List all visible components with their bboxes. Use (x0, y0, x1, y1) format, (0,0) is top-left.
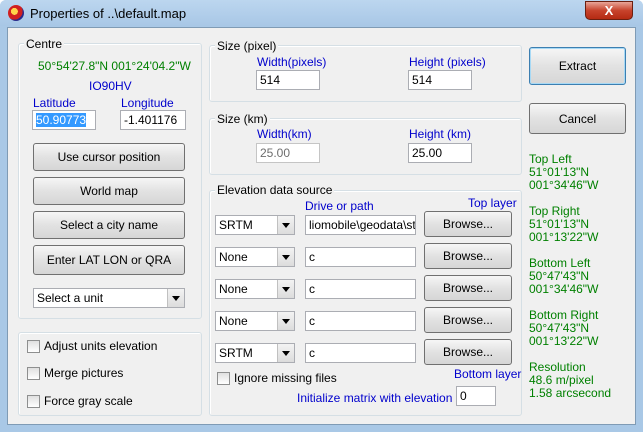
init-elevation-input[interactable]: 0 (456, 386, 496, 406)
path-input-5[interactable]: c (305, 343, 416, 363)
browse-button-1[interactable]: Browse... (424, 211, 512, 237)
source-select-1[interactable]: SRTM (215, 215, 295, 235)
browse-button-2[interactable]: Browse... (424, 243, 512, 269)
latitude-input[interactable]: 50.90773 (32, 110, 96, 130)
close-button[interactable]: X (585, 1, 633, 20)
size-pixel-label: Size (pixel) (215, 39, 279, 53)
force-gray-checkbox[interactable] (27, 395, 40, 408)
init-matrix-label: Initialize matrix with elevation (m) (297, 391, 474, 405)
source-select-3[interactable]: None (215, 279, 295, 299)
unit-select[interactable]: Select a unit (33, 288, 185, 308)
extract-button[interactable]: Extract (529, 47, 626, 85)
unit-select-value: Select a unit (37, 291, 104, 305)
adjust-units-label: Adjust units elevation (44, 339, 158, 353)
ignore-missing-checkbox[interactable] (217, 372, 230, 385)
centre-locator: IO90HV (89, 79, 132, 93)
chevron-down-icon[interactable] (277, 280, 294, 298)
chevron-down-icon[interactable] (277, 248, 294, 266)
width-pixels-input[interactable]: 514 (256, 70, 320, 90)
bottom-layer-label: Bottom layer (454, 367, 522, 381)
use-cursor-position-button[interactable]: Use cursor position (33, 143, 185, 171)
chevron-down-icon[interactable] (277, 344, 294, 362)
bottom-left-label: Bottom Left (529, 256, 591, 270)
bottom-right-lat: 50°47'43"N (529, 321, 590, 335)
browse-button-3[interactable]: Browse... (424, 275, 512, 301)
top-left-lon: 001°34'46"W (529, 178, 599, 192)
width-km-input: 25.00 (256, 143, 320, 163)
longitude-label: Longitude (121, 96, 174, 110)
source-value-5: SRTM (219, 346, 253, 360)
bottom-right-label: Bottom Right (529, 308, 599, 322)
path-input-3[interactable]: c (305, 279, 416, 299)
cancel-button[interactable]: Cancel (529, 103, 626, 134)
force-gray-label: Force gray scale (44, 394, 133, 408)
source-value-1: SRTM (219, 218, 253, 232)
longitude-input[interactable]: -1.401176 (120, 110, 186, 130)
chevron-down-icon[interactable] (277, 312, 294, 330)
source-value-2: None (219, 250, 248, 264)
elevation-label: Elevation data source (215, 183, 335, 197)
drive-path-label: Drive or path (305, 199, 374, 213)
top-right-lon: 001°13'22"W (529, 230, 599, 244)
centre-coordinates: 50°54'27.8"N 001°24'04.2"W (38, 59, 191, 73)
merge-pictures-label: Merge pictures (44, 366, 124, 380)
centre-group-label: Centre (24, 37, 65, 51)
source-value-3: None (219, 282, 248, 296)
height-pixels-label: Height (pixels) (409, 55, 486, 69)
dialog-window: Properties of ..\default.map X Centre 50… (0, 0, 643, 432)
browse-button-5[interactable]: Browse... (424, 339, 512, 365)
height-pixels-input[interactable]: 514 (408, 70, 472, 90)
top-right-lat: 51°01'13"N (529, 217, 590, 231)
bottom-left-lon: 001°34'46"W (529, 282, 599, 296)
top-left-label: Top Left (529, 152, 572, 166)
world-map-button[interactable]: World map (33, 177, 185, 205)
bottom-right-lon: 001°13'22"W (529, 334, 599, 348)
path-input-1[interactable]: liomobile\geodata\strm (305, 215, 416, 235)
adjust-units-checkbox[interactable] (27, 340, 40, 353)
resolution-arcsec: 1.58 arcsecond (529, 386, 612, 400)
ignore-missing-label: Ignore missing files (234, 371, 337, 385)
chevron-down-icon[interactable] (277, 216, 294, 234)
height-km-input[interactable]: 25.00 (408, 143, 472, 163)
top-right-label: Top Right (529, 204, 580, 218)
height-km-label: Height (km) (409, 127, 472, 141)
dialog-body: Centre 50°54'27.8"N 001°24'04.2"W IO90HV… (7, 27, 636, 425)
enter-lat-lon-qra-button[interactable]: Enter LAT LON or QRA (33, 245, 185, 275)
latitude-value: 50.90773 (36, 113, 87, 127)
chevron-down-icon[interactable] (167, 289, 184, 307)
source-value-4: None (219, 314, 248, 328)
path-input-4[interactable]: c (305, 311, 416, 331)
width-pixels-label: Width(pixels) (257, 55, 327, 69)
window-title: Properties of ..\default.map (30, 6, 187, 21)
top-left-lat: 51°01'13"N (529, 165, 590, 179)
merge-pictures-checkbox[interactable] (27, 367, 40, 380)
latitude-label: Latitude (33, 96, 76, 110)
source-select-5[interactable]: SRTM (215, 343, 295, 363)
app-logo-icon (8, 5, 24, 21)
size-km-label: Size (km) (215, 112, 270, 126)
path-input-2[interactable]: c (305, 247, 416, 267)
browse-button-4[interactable]: Browse... (424, 307, 512, 333)
resolution-meters: 48.6 m/pixel (529, 373, 594, 387)
resolution-label: Resolution (529, 360, 586, 374)
top-layer-label: Top layer (468, 196, 517, 210)
title-bar[interactable]: Properties of ..\default.map X (0, 0, 643, 26)
source-select-2[interactable]: None (215, 247, 295, 267)
bottom-left-lat: 50°47'43"N (529, 269, 590, 283)
source-select-4[interactable]: None (215, 311, 295, 331)
width-km-label: Width(km) (257, 127, 312, 141)
select-city-button[interactable]: Select a city name (33, 211, 185, 239)
